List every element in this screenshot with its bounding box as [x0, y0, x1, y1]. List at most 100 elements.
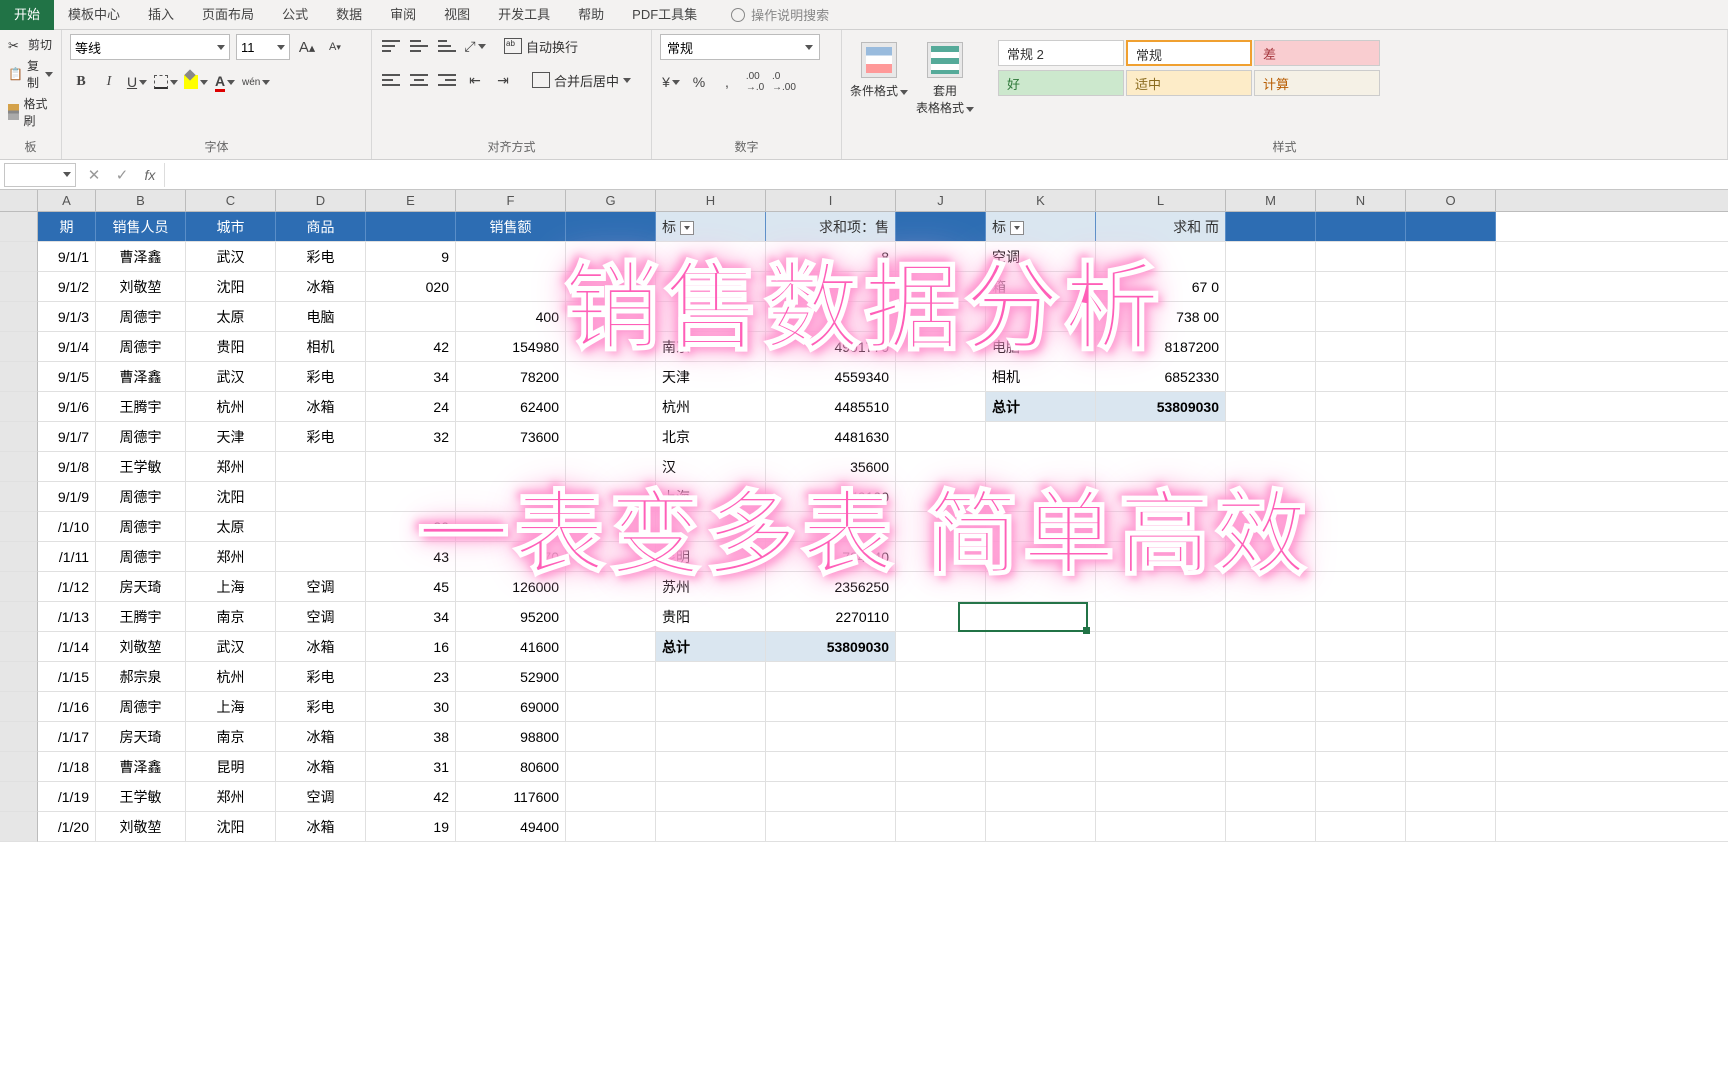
- percent-button[interactable]: %: [688, 70, 710, 94]
- column-headers: ABCDEFGHIJKLMNO: [0, 190, 1728, 212]
- align-bottom-button[interactable]: [436, 34, 458, 58]
- col-header-A[interactable]: A: [38, 190, 96, 211]
- cell-styles-gallery[interactable]: 常规 2常规差 好适中计算: [990, 34, 1719, 116]
- col-header-O[interactable]: O: [1406, 190, 1496, 211]
- col-header-B[interactable]: B: [96, 190, 186, 211]
- col-header-N[interactable]: N: [1316, 190, 1406, 211]
- col-header-L[interactable]: L: [1096, 190, 1226, 211]
- border-icon: [154, 75, 168, 89]
- tab-help[interactable]: 帮助: [564, 0, 618, 30]
- italic-button[interactable]: I: [98, 70, 120, 94]
- confirm-formula-button[interactable]: ✓: [108, 166, 136, 184]
- cell-style-option[interactable]: 常规: [1126, 40, 1252, 66]
- clipboard-label: 板: [8, 136, 53, 157]
- brush-icon: [8, 104, 19, 120]
- col-header-C[interactable]: C: [186, 190, 276, 211]
- tab-pdf[interactable]: PDF工具集: [618, 0, 711, 30]
- decrease-font-button[interactable]: A▾: [324, 35, 346, 59]
- cells-area[interactable]: 期销售人员城市商品销售额标求和项：售标求和 而 9/1/1曹泽鑫武汉彩电98空调…: [38, 212, 1728, 842]
- cut-button[interactable]: 剪切: [8, 34, 53, 55]
- conditional-format-button[interactable]: 条件格式: [850, 42, 908, 116]
- comma-button[interactable]: ,: [716, 70, 738, 94]
- select-all-corner[interactable]: [0, 190, 38, 211]
- name-box[interactable]: [4, 163, 76, 187]
- tab-review[interactable]: 审阅: [376, 0, 430, 30]
- cell-style-option[interactable]: 差: [1254, 40, 1380, 66]
- col-header-E[interactable]: E: [366, 190, 456, 211]
- format-painter-button[interactable]: 格式刷: [8, 93, 53, 131]
- menu-bar: 开始 模板中心 插入 页面布局 公式 数据 审阅 视图 开发工具 帮助 PDF工…: [0, 0, 1728, 30]
- formula-input[interactable]: [164, 163, 1728, 187]
- copy-icon: [8, 67, 23, 81]
- align-left-button[interactable]: [380, 68, 402, 92]
- table-format-icon: [927, 42, 963, 78]
- fill-color-button[interactable]: [184, 70, 208, 94]
- filter-icon[interactable]: [680, 221, 694, 235]
- col-header-K[interactable]: K: [986, 190, 1096, 211]
- font-color-button[interactable]: A: [214, 70, 236, 94]
- merge-center-button[interactable]: 合并后居中: [532, 71, 631, 90]
- tab-dev[interactable]: 开发工具: [484, 0, 564, 30]
- cell-style-option[interactable]: 适中: [1126, 70, 1252, 96]
- scissors-icon: [8, 38, 24, 52]
- col-header-H[interactable]: H: [656, 190, 766, 211]
- filter-icon[interactable]: [1010, 221, 1024, 235]
- align-center-button[interactable]: [408, 68, 430, 92]
- cell-style-option[interactable]: 好: [998, 70, 1124, 96]
- tab-insert[interactable]: 插入: [134, 0, 188, 30]
- bulb-icon: [731, 8, 745, 22]
- formula-bar: ✕ ✓ fx: [0, 160, 1728, 190]
- indent-dec-button[interactable]: ⇤: [464, 68, 486, 92]
- col-header-F[interactable]: F: [456, 190, 566, 211]
- alignment-label: 对齐方式: [380, 136, 643, 157]
- bold-button[interactable]: B: [70, 70, 92, 94]
- col-header-M[interactable]: M: [1226, 190, 1316, 211]
- font-size-select[interactable]: 11: [236, 34, 290, 60]
- indent-inc-button[interactable]: ⇥: [492, 68, 514, 92]
- tab-home[interactable]: 开始: [0, 0, 54, 30]
- merge-icon: [532, 72, 550, 88]
- col-header-I[interactable]: I: [766, 190, 896, 211]
- underline-button[interactable]: U: [126, 70, 148, 94]
- phonetic-button[interactable]: wén: [242, 70, 270, 94]
- wrap-icon: [504, 38, 522, 54]
- cond-format-icon: [861, 42, 897, 78]
- font-label: 字体: [70, 136, 363, 157]
- tab-layout[interactable]: 页面布局: [188, 0, 268, 30]
- format-as-table-button[interactable]: 套用 表格格式: [916, 42, 974, 116]
- fx-button[interactable]: fx: [136, 167, 164, 183]
- fill-icon: [184, 75, 198, 89]
- align-middle-button[interactable]: [408, 34, 430, 58]
- col-header-D[interactable]: D: [276, 190, 366, 211]
- currency-button[interactable]: ¥: [660, 70, 682, 94]
- align-right-button[interactable]: [436, 68, 458, 92]
- copy-button[interactable]: 复制: [8, 55, 53, 93]
- tab-formula[interactable]: 公式: [268, 0, 322, 30]
- col-header-G[interactable]: G: [566, 190, 656, 211]
- styles-group: 条件格式 套用 表格格式 常规 2常规差 好适中计算 样式: [842, 30, 1728, 159]
- row-headers: [0, 212, 38, 842]
- number-format-select[interactable]: 常规: [660, 34, 820, 60]
- cancel-formula-button[interactable]: ✕: [80, 166, 108, 184]
- decrease-decimal-button[interactable]: .0→.00: [772, 70, 796, 94]
- font-group: 等线 11 A▴ A▾ B I U A wén 字体: [62, 30, 372, 159]
- increase-decimal-button[interactable]: .00→.0: [744, 70, 766, 94]
- orientation-button[interactable]: ⤢: [464, 34, 486, 58]
- font-name-select[interactable]: 等线: [70, 34, 230, 60]
- clipboard-group: 剪切 复制 格式刷 板: [0, 30, 62, 159]
- tell-me-search[interactable]: 操作说明搜索: [731, 5, 829, 24]
- align-top-button[interactable]: [380, 34, 402, 58]
- border-button[interactable]: [154, 70, 178, 94]
- col-header-J[interactable]: J: [896, 190, 986, 211]
- ribbon: 剪切 复制 格式刷 板 等线 11 A▴ A▾ B I U A wén 字体: [0, 30, 1728, 160]
- tab-view[interactable]: 视图: [430, 0, 484, 30]
- search-hint-text: 操作说明搜索: [751, 5, 829, 24]
- alignment-group: ⤢ 自动换行 ⇤ ⇥ 合并后居中 对齐方式: [372, 30, 652, 159]
- tab-data[interactable]: 数据: [322, 0, 376, 30]
- wrap-text-button[interactable]: 自动换行: [504, 37, 578, 56]
- cell-style-option[interactable]: 计算: [1254, 70, 1380, 96]
- increase-font-button[interactable]: A▴: [296, 35, 318, 59]
- tab-template[interactable]: 模板中心: [54, 0, 134, 30]
- cell-style-option[interactable]: 常规 2: [998, 40, 1124, 66]
- font-color-icon: A: [215, 73, 225, 92]
